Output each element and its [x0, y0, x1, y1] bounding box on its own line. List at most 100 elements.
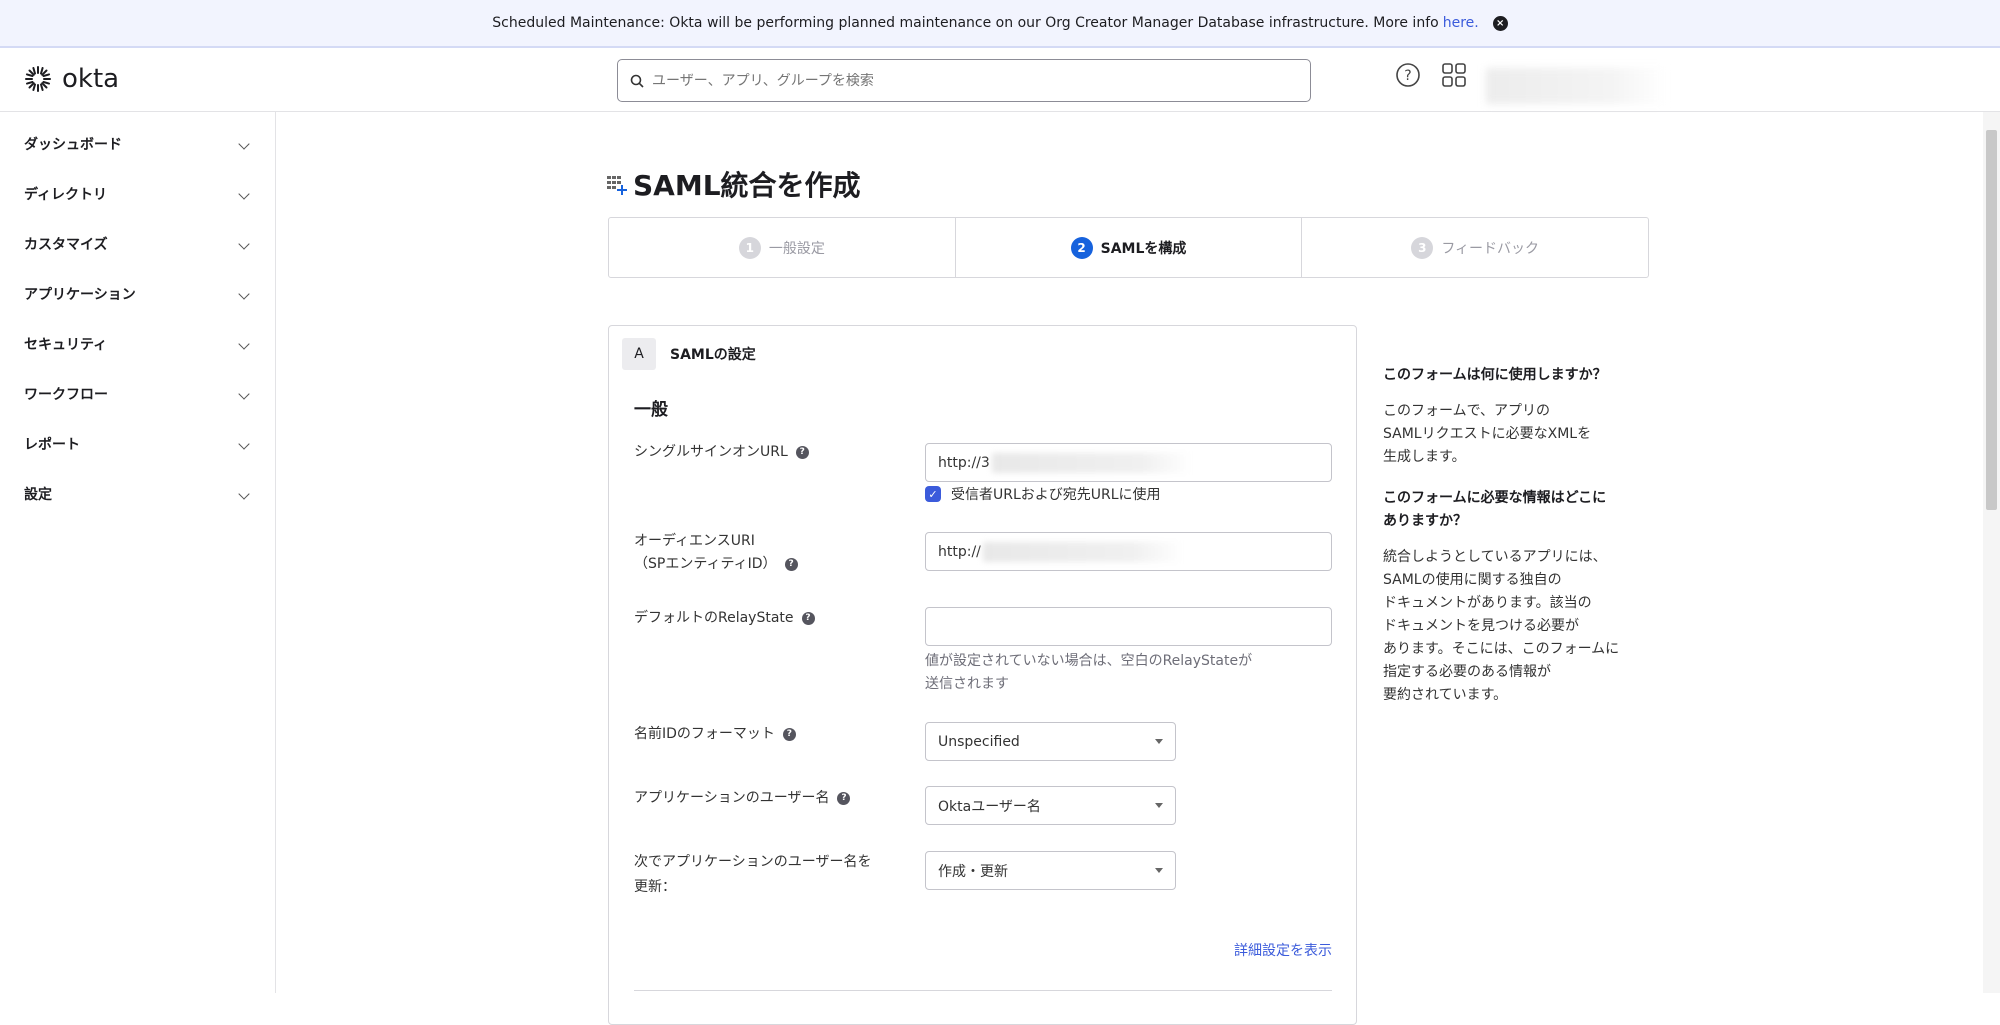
scrollbar-thumb[interactable] — [1986, 130, 1997, 510]
sidebar-item-dashboard[interactable]: ダッシュボード — [24, 134, 252, 154]
sidebar-item-label: 設定 — [24, 487, 52, 503]
redacted-value — [982, 541, 1183, 562]
select-value: 作成・更新 — [938, 863, 1008, 880]
add-app-icon — [607, 176, 627, 195]
show-advanced-settings-link[interactable]: 詳細設定を表示 — [1234, 940, 1332, 960]
help-answer-line: 指定する必要のある情報が — [1383, 664, 1551, 680]
dropdown-arrow-icon — [1155, 868, 1163, 873]
sidebar-item-label: ディレクトリ — [24, 187, 108, 203]
help-icon[interactable]: ? — [782, 727, 796, 741]
relay-state-help: 値が設定されていない場合は、空白のRelayStateが 送信されます — [925, 650, 1252, 696]
recipient-checkbox-row[interactable]: ✓ 受信者URLおよび宛先URLに使用 — [925, 484, 1161, 504]
side-help-panel: このフォームは何に使用しますか？ このフォームで、アプリの SAMLリクエストに… — [1383, 364, 1643, 707]
sidebar-item-label: ダッシュボード — [24, 137, 122, 153]
svg-text:?: ? — [1404, 68, 1411, 84]
label-text: デフォルトのRelayState — [634, 610, 794, 626]
relay-state-label: デフォルトのRelayState? — [634, 607, 815, 630]
wizard-steps: 1 一般設定 2 SAMLを構成 3 フィードバック — [608, 217, 1649, 278]
group-title: 一般 — [634, 400, 668, 420]
relay-state-input[interactable] — [925, 607, 1332, 646]
label-text: アプリケーションのユーザー名 — [634, 790, 830, 806]
help-icon[interactable]: ? — [801, 611, 815, 625]
step-number: 3 — [1411, 236, 1434, 259]
help-icon[interactable]: ? — [837, 791, 851, 805]
sidebar-item-security[interactable]: セキュリティ — [24, 334, 252, 354]
step-label: SAMLを構成 — [1100, 240, 1187, 257]
label-text: オーディエンスURI — [634, 533, 755, 549]
label-text: （SPエンティティID） — [634, 556, 777, 572]
chevron-down-icon — [238, 338, 250, 350]
input-value: http:// — [938, 543, 981, 560]
sidebar-item-customize[interactable]: カスタマイズ — [24, 234, 252, 254]
help-question: このフォームに必要な情報はどこに — [1383, 490, 1607, 506]
step-general-settings[interactable]: 1 一般設定 — [609, 218, 956, 277]
label-text: 名前IDのフォーマット — [634, 726, 775, 742]
sidebar-item-directory[interactable]: ディレクトリ — [24, 184, 252, 204]
sidebar-item-workflow[interactable]: ワークフロー — [24, 384, 252, 404]
page-title-text: SAML統合を作成 — [633, 169, 861, 202]
label-text: 更新： — [634, 879, 676, 895]
apps-grid-icon[interactable] — [1439, 60, 1469, 90]
sidebar-item-settings[interactable]: 設定 — [24, 484, 252, 504]
select-value: Unspecified — [938, 733, 1020, 750]
search-box[interactable] — [617, 59, 1311, 102]
sidebar: ダッシュボード ディレクトリ カスタマイズ アプリケーション セキュリティ ワー… — [0, 112, 276, 993]
step-configure-saml[interactable]: 2 SAMLを構成 — [956, 218, 1303, 277]
app-username-select[interactable]: Oktaユーザー名 — [925, 786, 1176, 825]
help-answer-line: 要約されています。 — [1383, 687, 1508, 703]
search-input[interactable] — [652, 72, 1310, 89]
help-answer-line: SAMLの使用に関する独自の — [1383, 572, 1562, 588]
sidebar-item-label: レポート — [24, 437, 80, 453]
search-icon — [630, 74, 644, 88]
help-question: このフォームは何に使用しますか？ — [1383, 367, 1607, 383]
help-answer-line: 生成します。 — [1383, 449, 1466, 465]
checkbox-checked-icon[interactable]: ✓ — [925, 486, 941, 502]
chevron-down-icon — [238, 488, 250, 500]
sidebar-item-label: カスタマイズ — [24, 237, 108, 253]
sso-url-label: シングルサインオンURL? — [634, 441, 809, 464]
help-icon[interactable]: ? — [784, 557, 798, 571]
chevron-down-icon — [238, 188, 250, 200]
help-icon[interactable]: ? — [795, 445, 809, 459]
chevron-down-icon — [238, 388, 250, 400]
sidebar-item-applications[interactable]: アプリケーション — [24, 284, 252, 304]
label-text: 次でアプリケーションのユーザー名を — [634, 854, 872, 870]
sidebar-item-label: ワークフロー — [24, 387, 108, 403]
step-label: フィードバック — [1441, 240, 1540, 257]
dropdown-arrow-icon — [1155, 803, 1163, 808]
sso-url-input[interactable]: http://3 — [925, 443, 1332, 482]
step-feedback[interactable]: 3 フィードバック — [1302, 218, 1648, 277]
chevron-down-icon — [238, 138, 250, 150]
help-answer-line: あります。そこには、このフォームに — [1383, 641, 1620, 657]
user-profile-redacted[interactable] — [1486, 68, 1666, 104]
redacted-value — [991, 452, 1192, 473]
close-icon[interactable]: × — [1492, 15, 1508, 31]
label-text: シングルサインオンURL — [634, 444, 788, 460]
name-id-format-label: 名前IDのフォーマット? — [634, 723, 796, 746]
chevron-down-icon — [238, 288, 250, 300]
help-answer-line: このフォームで、アプリの — [1383, 403, 1551, 419]
input-value: http://3 — [938, 454, 990, 471]
okta-logo[interactable]: okta — [24, 64, 119, 94]
page-title: SAML統合を作成 — [607, 164, 861, 204]
dropdown-arrow-icon — [1155, 739, 1163, 744]
okta-sunburst-icon — [25, 66, 51, 92]
name-id-format-select[interactable]: Unspecified — [925, 722, 1176, 761]
update-username-select[interactable]: 作成・更新 — [925, 851, 1176, 890]
section-badge: A — [622, 338, 656, 370]
maintenance-banner: Scheduled Maintenance: Okta will be perf… — [0, 0, 2000, 48]
help-answer-line: ドキュメントがあります。該当の — [1383, 595, 1592, 611]
step-number: 1 — [738, 236, 761, 259]
app-username-label: アプリケーションのユーザー名? — [634, 787, 851, 810]
audience-uri-input[interactable]: http:// — [925, 532, 1332, 571]
help-icon[interactable]: ? — [1393, 60, 1423, 90]
help-text: 送信されます — [925, 676, 1009, 692]
banner-link[interactable]: here. — [1443, 15, 1479, 31]
step-number: 2 — [1070, 236, 1093, 259]
chevron-down-icon — [238, 238, 250, 250]
banner-text: Scheduled Maintenance: Okta will be perf… — [492, 15, 1439, 31]
audience-uri-label: オーディエンスURI （SPエンティティID）? — [634, 530, 798, 576]
sidebar-item-label: アプリケーション — [24, 287, 136, 303]
sidebar-item-reports[interactable]: レポート — [24, 434, 252, 454]
help-answer-line: 統合しようとしているアプリには、 — [1383, 549, 1607, 565]
